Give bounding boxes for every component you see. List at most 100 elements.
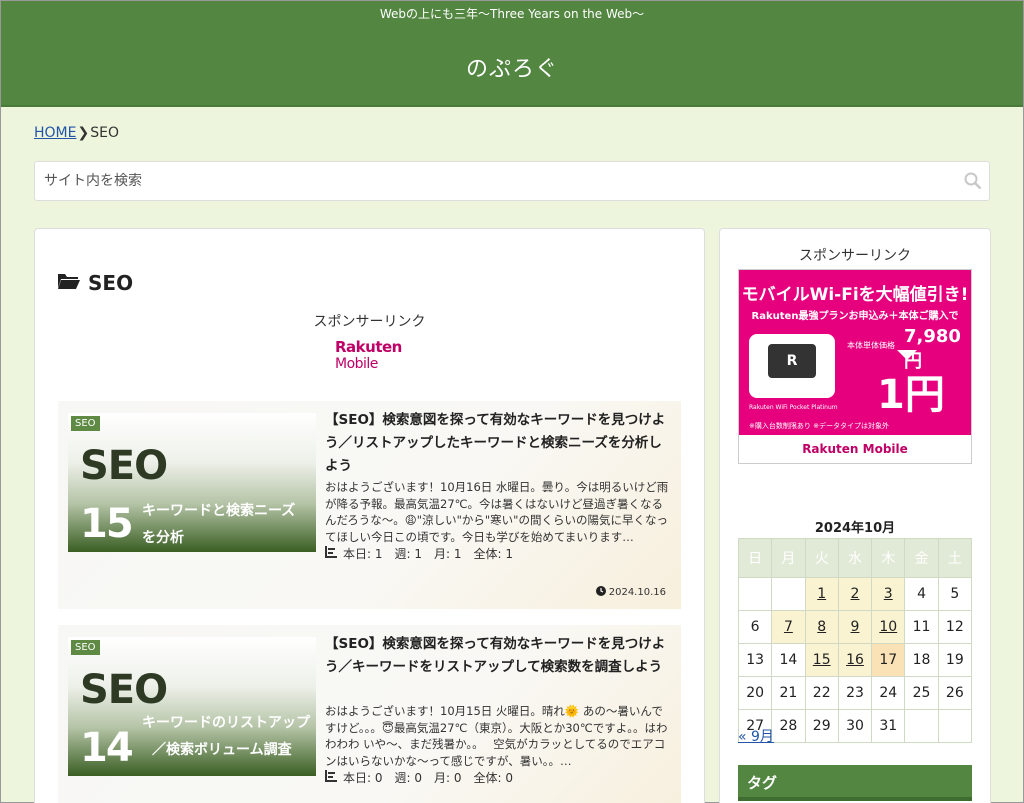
breadcrumb-home-link[interactable]: HOME — [34, 125, 76, 141]
ad-headline: モバイルWi-Fiを大幅値引き! — [741, 285, 969, 305]
post-thumbnail[interactable]: SEO SEO 14 キーワードのリストアップ ／検索ボリューム調査 — [68, 637, 316, 776]
calendar-day: 24 — [871, 676, 906, 710]
chevron-right-icon: ❯ — [77, 125, 90, 141]
rakuten-logo-line2: Mobile — [335, 356, 378, 372]
calendar-day[interactable]: 8 — [804, 610, 839, 644]
down-arrow-icon — [897, 350, 917, 360]
calendar-empty-cell — [937, 709, 973, 743]
rakuten-mobile-logo[interactable]: Rakuten Mobile — [335, 339, 402, 373]
weekday-header: 金 — [904, 538, 939, 578]
breadcrumb: HOME❯SEO — [34, 125, 119, 141]
search-icon[interactable] — [964, 172, 982, 194]
post-stats: 本日: 1 週: 1 月: 1 全体: 1 — [325, 545, 513, 562]
calendar-day: 22 — [804, 676, 839, 710]
ad-price-label: 本体単体価格 — [847, 341, 895, 350]
ad-subheadline: Rakuten最強プランお申込み＋本体ご購入で — [751, 311, 959, 322]
weekday-header: 土 — [937, 538, 973, 578]
post-title[interactable]: 【SEO】検索意図を探って有効なキーワードを見つけよう／リストアップしたキーワー… — [325, 409, 670, 478]
calendar-day: 13 — [737, 643, 773, 677]
weekday-header: 日 — [737, 538, 773, 578]
breadcrumb-current: SEO — [90, 125, 119, 141]
thumbnail-heading: SEO — [80, 443, 168, 489]
calendar-empty-cell — [737, 577, 773, 611]
weekday-header: 木 — [871, 538, 906, 578]
thumbnail-caption-1: キーワードと検索ニーズ — [142, 503, 296, 519]
calendar-day: 31 — [871, 709, 906, 743]
clock-icon — [595, 586, 606, 599]
category-title: SEO — [88, 271, 134, 295]
thumbnail-caption-2: ／検索ボリューム調査 — [152, 742, 292, 758]
calendar-day: 14 — [771, 643, 806, 677]
bar-chart-icon — [325, 546, 337, 561]
calendar-day: 30 — [837, 709, 873, 743]
calendar-day[interactable]: 9 — [837, 610, 873, 644]
calendar-day: 21 — [771, 676, 806, 710]
post-card[interactable]: SEO SEO 15 キーワードと検索ニーズ を分析 【SEO】検索意図を探って… — [58, 401, 681, 609]
post-stats-text: 本日: 1 週: 1 月: 1 全体: 1 — [343, 547, 513, 561]
sidebar-sponsor-label: スポンサーリンク — [799, 248, 911, 264]
rakuten-ad-banner[interactable]: モバイルWi-Fiを大幅値引き! Rakuten最強プランお申込み＋本体ご購入で… — [738, 269, 972, 464]
post-stats: 本日: 0 週: 0 月: 0 全体: 0 — [325, 769, 513, 786]
category-badge: SEO — [71, 416, 100, 431]
calendar-prev-month-link[interactable]: « 9月 — [738, 726, 774, 746]
site-header: Webの上にも三年〜Three Years on the Web〜 のぷろぐ — [1, 1, 1023, 107]
post-excerpt: おはようございます！10月15日 火曜日。晴れ🌞 あの〜暑いんですけど。。。😇最… — [325, 704, 668, 768]
sponsor-label: スポンサーリンク — [313, 314, 426, 330]
category-heading: SEO — [58, 271, 133, 295]
calendar-day[interactable]: 2 — [837, 577, 873, 611]
calendar-day: 25 — [904, 676, 939, 710]
thumbnail-number: 15 — [80, 501, 134, 547]
calendar-day: 4 — [904, 577, 939, 611]
calendar-day[interactable]: 15 — [804, 643, 839, 677]
category-badge: SEO — [71, 640, 100, 655]
calendar-empty-cell — [904, 709, 939, 743]
wifi-device-image: R — [749, 334, 835, 398]
calendar-day[interactable]: 1 — [804, 577, 839, 611]
calendar-day: 17 — [871, 643, 906, 677]
calendar-day: 5 — [937, 577, 973, 611]
post-title[interactable]: 【SEO】検索意図を探って有効なキーワードを見つけよう／キーワードをリストアップ… — [325, 633, 670, 679]
calendar-title: 2024年10月 — [814, 521, 896, 536]
tags-heading: タグ — [738, 765, 972, 801]
calendar-day[interactable]: 10 — [871, 610, 906, 644]
calendar-day: 11 — [904, 610, 939, 644]
calendar-day: 26 — [937, 676, 973, 710]
post-card[interactable]: SEO SEO 14 キーワードのリストアップ ／検索ボリューム調査 【SEO】… — [58, 625, 681, 803]
calendar-day: 28 — [771, 709, 806, 743]
calendar-day: 12 — [937, 610, 973, 644]
folder-open-icon — [58, 271, 80, 295]
ad-footer-logo: Rakuten Mobile — [739, 435, 971, 463]
calendar-day[interactable]: 16 — [837, 643, 873, 677]
ad-deal-price: 1円 — [877, 372, 945, 418]
calendar: 日 月 火 水 木 金 土 1 2 3 4 5 6 7 8 9 10 11 12 13 14 15 16 17 1… — [737, 538, 973, 743]
main-content: SEO スポンサーリンク Rakuten Mobile SEO SEO 15 キ… — [34, 228, 705, 803]
thumbnail-number: 14 — [80, 725, 134, 771]
ad-note: ※購入台数制限あり ※データタイプは対象外 — [749, 422, 889, 430]
thumbnail-caption-1: キーワードのリストアップ — [142, 715, 310, 731]
post-date-text: 2024.10.16 — [608, 587, 666, 598]
weekday-header: 水 — [837, 538, 873, 578]
post-excerpt: おはようございます！10月16日 水曜日。曇り。今は明るいけど雨が降る予報。最高… — [325, 480, 669, 544]
search-box — [34, 161, 990, 201]
calendar-day: 19 — [937, 643, 973, 677]
rakuten-logo-line1: Rakuten — [335, 338, 402, 356]
post-stats-text: 本日: 0 週: 0 月: 0 全体: 0 — [343, 771, 513, 785]
calendar-day: 20 — [737, 676, 773, 710]
thumbnail-heading: SEO — [80, 667, 168, 713]
search-input[interactable] — [35, 162, 935, 200]
post-thumbnail[interactable]: SEO SEO 15 キーワードと検索ニーズ を分析 — [68, 413, 316, 552]
calendar-day[interactable]: 3 — [871, 577, 906, 611]
post-date: 2024.10.16 — [595, 586, 666, 599]
calendar-day: 29 — [804, 709, 839, 743]
calendar-day: 23 — [837, 676, 873, 710]
calendar-day[interactable]: 7 — [771, 610, 806, 644]
device-logo-mark: R — [768, 344, 816, 378]
thumbnail-caption-2: を分析 — [142, 530, 184, 546]
weekday-header: 月 — [771, 538, 806, 578]
bar-chart-icon — [325, 770, 337, 785]
sidebar: スポンサーリンク モバイルWi-Fiを大幅値引き! Rakuten最強プランお申… — [719, 228, 991, 803]
calendar-day: 18 — [904, 643, 939, 677]
ad-device-name: Rakuten WiFi Pocket Platinum — [749, 404, 838, 411]
site-title[interactable]: のぷろぐ — [1, 51, 1023, 83]
weekday-header: 火 — [804, 538, 839, 578]
